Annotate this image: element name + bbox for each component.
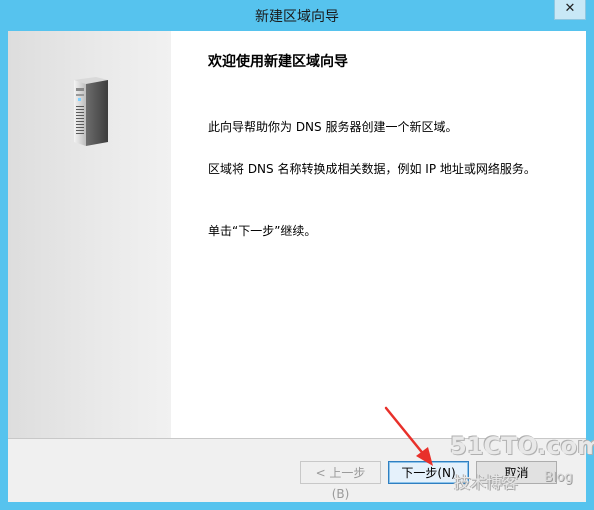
close-button[interactable]: ✕: [554, 0, 586, 20]
server-icon: [74, 77, 108, 146]
title-bar[interactable]: 新建区域向导 ✕: [0, 0, 594, 31]
next-button[interactable]: 下一步(N): [388, 461, 469, 484]
wizard-side-panel: [8, 31, 171, 438]
wizard-heading: 欢迎使用新建区域向导: [208, 54, 348, 70]
back-button[interactable]: < 上一步(B): [300, 461, 381, 501]
wizard-window: 新建区域向导 ✕ 欢迎使用新建区域向导 此向导帮助你为 DNS 服务器创建一个新…: [0, 0, 594, 510]
wizard-button-bar: < 上一步(B) 下一步(N) 取消: [8, 439, 586, 502]
intro-paragraph: 此向导帮助你为 DNS 服务器创建一个新区域。: [208, 120, 458, 134]
wizard-content: 欢迎使用新建区域向导 此向导帮助你为 DNS 服务器创建一个新区域。 区域将 D…: [171, 31, 586, 438]
description-paragraph: 区域将 DNS 名称转换成相关数据，例如 IP 地址或网络服务。: [208, 162, 536, 176]
window-title: 新建区域向导: [255, 9, 339, 25]
cancel-button[interactable]: 取消: [476, 461, 557, 484]
close-icon: ✕: [564, 1, 576, 16]
wizard-client-area: 欢迎使用新建区域向导 此向导帮助你为 DNS 服务器创建一个新区域。 区域将 D…: [8, 31, 586, 502]
instruction-paragraph: 单击“下一步”继续。: [208, 224, 317, 238]
